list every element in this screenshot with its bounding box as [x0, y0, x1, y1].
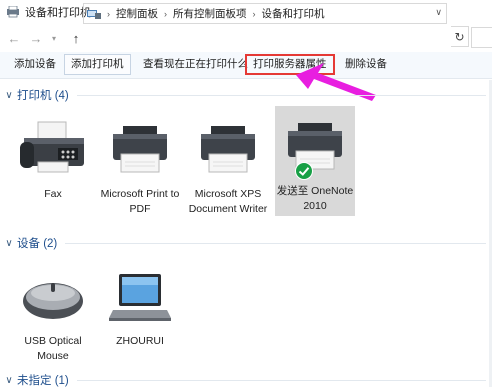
device-fax[interactable]: Fax — [13, 112, 93, 202]
unspecified-group-header[interactable]: ∨ 未指定 (1) — [0, 371, 492, 387]
refresh-icon: ↻ — [454, 29, 465, 44]
group-divider — [65, 242, 486, 244]
search-input[interactable] — [471, 27, 492, 48]
add-device-button[interactable]: 添加设备 — [8, 54, 62, 75]
window-title: 设备和打印机 — [25, 7, 91, 19]
group-divider — [76, 94, 486, 96]
refresh-button[interactable]: ↻ — [451, 26, 469, 47]
group-divider — [76, 379, 486, 381]
device-label: USB Optical Mouse — [24, 335, 82, 362]
breadcrumb-separator-icon: › — [252, 8, 256, 19]
laptop-icon — [109, 274, 171, 321]
device-label: ZHOURUI — [116, 335, 164, 347]
add-printer-button[interactable]: 添加打印机 — [64, 54, 131, 75]
unspecified-group-title: 未指定 (1) — [17, 375, 69, 387]
chevron-down-icon: ∨ — [5, 374, 13, 386]
breadcrumb-devices-printers[interactable]: 设备和打印机 — [262, 6, 325, 21]
address-bar[interactable]: › 控制面板 › 所有控制面板项 › 设备和打印机 ∨ — [83, 3, 447, 24]
back-button[interactable]: ← — [6, 28, 22, 48]
device-label: Microsoft Print to PDF — [100, 188, 180, 215]
arrow-right-icon: → — [29, 30, 43, 46]
printers-group-header[interactable]: ∨ 打印机 (4) — [0, 86, 492, 104]
device-print-to-pdf[interactable]: Microsoft Print to PDF — [100, 112, 180, 217]
device-usb-mouse[interactable]: USB Optical Mouse — [13, 262, 93, 364]
mouse-icon — [23, 283, 83, 319]
devices-printers-icon — [7, 6, 19, 18]
see-whats-printing-button[interactable]: 查看现在正在打印什么 — [137, 54, 254, 75]
device-label: 发送至 OneNote 2010 — [276, 185, 354, 212]
chevron-down-icon: ▾ — [51, 33, 56, 43]
up-button[interactable]: ↑ — [68, 28, 84, 48]
address-dropdown-icon[interactable]: ∨ — [435, 7, 442, 18]
default-check-icon — [295, 162, 313, 180]
recent-locations-button[interactable]: ▾ — [46, 28, 62, 48]
breadcrumb-separator-icon: › — [107, 8, 110, 19]
fax-icon — [20, 121, 84, 173]
device-label: Fax — [44, 188, 62, 200]
printer-icon — [288, 123, 342, 170]
breadcrumb-separator-icon: › — [164, 8, 167, 19]
devices-group-header[interactable]: ∨ 设备 (2) — [0, 234, 492, 252]
command-bar: 添加设备 添加打印机 查看现在正在打印什么 打印服务器属性 删除设备 — [0, 52, 492, 79]
device-send-to-onenote[interactable]: 发送至 OneNote 2010 — [275, 106, 355, 216]
breadcrumb-all-items[interactable]: 所有控制面板项 — [173, 6, 247, 21]
devices-group-title: 设备 (2) — [17, 238, 58, 250]
device-xps-writer[interactable]: Microsoft XPS Document Writer — [188, 112, 268, 217]
forward-button[interactable]: → — [28, 28, 44, 48]
chevron-down-icon: ∨ — [5, 237, 13, 249]
breadcrumb-control-panel[interactable]: 控制面板 — [116, 6, 158, 21]
device-zhourui[interactable]: ZHOURUI — [100, 262, 180, 349]
address-bar-row: ← → ▾ ↑ — [0, 24, 492, 52]
device-label: Microsoft XPS Document Writer — [188, 188, 268, 215]
control-panel-icon — [87, 9, 101, 19]
printers-group-title: 打印机 (4) — [17, 90, 69, 102]
chevron-down-icon: ∨ — [5, 89, 13, 101]
arrow-left-icon: ← — [7, 30, 21, 46]
arrow-up-icon: ↑ — [72, 30, 80, 46]
printer-icon — [113, 126, 167, 173]
printer-icon — [201, 126, 255, 173]
